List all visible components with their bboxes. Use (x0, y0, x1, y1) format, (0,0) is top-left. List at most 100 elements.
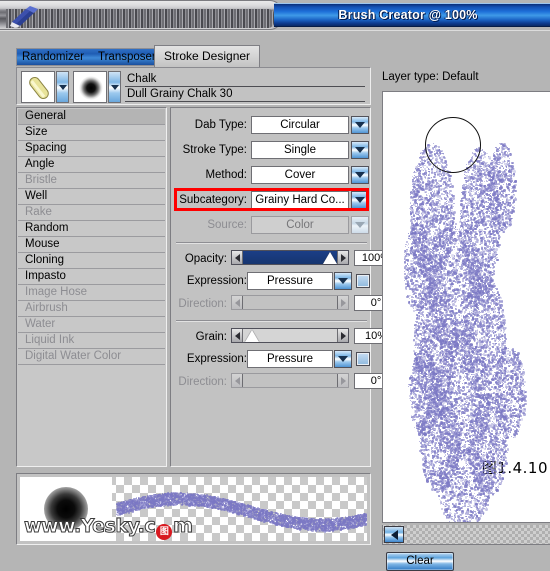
source-chevron-down-icon (351, 216, 369, 234)
stroke-preview-canvas[interactable]: www.Yesky.c 图 m (20, 477, 367, 541)
dab-picker[interactable] (21, 71, 69, 103)
category-item-cloning[interactable]: Cloning (18, 253, 165, 269)
dab-type-combo[interactable]: Circular (251, 116, 349, 134)
tab-randomizer[interactable]: Randomizer (18, 49, 88, 65)
dab-type-chevron-down-icon[interactable] (351, 116, 369, 134)
stroke-type-combo[interactable]: Single (251, 141, 349, 159)
grain-direction-track (243, 374, 337, 387)
opacity-direction-track (243, 296, 337, 309)
chevron-down-icon[interactable] (108, 71, 121, 103)
grain-direction-slider (231, 373, 349, 388)
brush-header-panel: Chalk Dull Grainy Chalk 30 (16, 67, 371, 105)
brush-preview-canvas[interactable]: 图1.4.10 (382, 91, 550, 523)
grain-direction-left-arrow (232, 374, 243, 387)
opacity-slider-track[interactable] (243, 251, 337, 264)
controls-panel: Dab Type: Circular Stroke Type: Single M… (170, 107, 398, 467)
opacity-expression-label: Expression: (171, 272, 247, 290)
opacity-slider-left-arrow[interactable] (232, 251, 243, 264)
divider-2 (176, 320, 367, 322)
row-opacity: Opacity: 100% (171, 250, 398, 270)
opacity-direction-label: Direction: (171, 295, 227, 313)
method-label: Method: (171, 166, 247, 184)
category-item-rake: Rake (18, 205, 165, 221)
row-method: Method: Cover (171, 166, 372, 186)
row-subcategory: Subcategory: Grainy Hard Co... (171, 191, 372, 211)
opacity-expression-chevron-down-icon[interactable] (334, 272, 352, 290)
grain-slider-track[interactable] (243, 329, 337, 342)
row-grain-expression: Expression: Pressure (171, 350, 372, 370)
brush-name-block: Chalk Dull Grainy Chalk 30 (125, 72, 365, 103)
grain-slider[interactable] (231, 328, 349, 343)
watermark-seal-icon: 图 (156, 524, 173, 540)
row-grain: Grain: 10% (171, 328, 398, 348)
source-label: Source: (171, 216, 247, 234)
category-item-liquid-ink: Liquid Ink (18, 333, 165, 349)
stroke-type-chevron-down-icon[interactable] (351, 141, 369, 159)
row-dab-type: Dab Type: Circular (171, 116, 372, 136)
brush-variant-name: Dull Grainy Chalk 30 (125, 87, 365, 102)
category-item-well[interactable]: Well (18, 189, 165, 205)
grain-expression-combo[interactable]: Pressure (247, 350, 333, 368)
category-item-spacing[interactable]: Spacing (18, 141, 165, 157)
category-item-digital-water-color: Digital Water Color (18, 349, 165, 365)
chevron-down-icon[interactable] (56, 71, 69, 103)
subcategory-chevron-down-icon[interactable] (351, 191, 369, 209)
tab-bar: Randomizer Transposer Stroke Designer (16, 45, 261, 67)
brush-category-name: Chalk (125, 72, 365, 87)
category-item-water: Water (18, 317, 165, 333)
grain-expression-chevron-down-icon[interactable] (334, 350, 352, 368)
category-item-image-hose: Image Hose (18, 285, 165, 301)
category-item-general[interactable]: General (18, 109, 165, 125)
opacity-slider-right-arrow[interactable] (337, 251, 348, 264)
row-stroke-type: Stroke Type: Single (171, 141, 372, 161)
source-combo: Color (251, 216, 349, 234)
window-title: Brush Creator @ 100% (274, 3, 542, 27)
opacity-expression-combo[interactable]: Pressure (247, 272, 333, 290)
title-bar: Brush Creator @ 100% (0, 0, 550, 30)
chevron-left-icon[interactable] (384, 526, 404, 543)
grain-expression-checkbox[interactable] (356, 352, 370, 366)
row-opacity-direction: Direction: 0° (171, 295, 398, 315)
subcategory-combo[interactable]: Grainy Hard Co... (251, 191, 349, 209)
window-body: Randomizer Transposer Stroke Designer Ch… (0, 30, 550, 571)
opacity-direction-right-arrow (337, 296, 348, 309)
category-list[interactable]: General Size Spacing Angle Bristle Well Rake Ra… (16, 107, 167, 467)
opacity-direction-left-arrow (232, 296, 243, 309)
window-grabber-handle[interactable] (0, 0, 282, 30)
category-item-random[interactable]: Random (18, 221, 165, 237)
category-item-impasto[interactable]: Impasto (18, 269, 165, 285)
dab-shape-picker[interactable] (73, 71, 121, 103)
preview-bottom-bar (382, 525, 550, 545)
layer-type-label: Layer type: Default (382, 71, 479, 83)
tab-stroke-designer[interactable]: Stroke Designer (154, 45, 261, 67)
method-combo[interactable]: Cover (251, 166, 349, 184)
watermark-suffix: m (173, 515, 194, 538)
chalk-stick-icon (21, 71, 55, 103)
opacity-slider[interactable] (231, 250, 349, 265)
brush-tool-icon (10, 6, 38, 28)
category-item-airbrush: Airbrush (18, 301, 165, 317)
watermark-prefix: www.Yesky.c (23, 515, 156, 538)
row-opacity-expression: Expression: Pressure (171, 272, 372, 292)
category-item-size[interactable]: Size (18, 125, 165, 141)
opacity-expression-checkbox[interactable] (356, 274, 370, 288)
clear-button[interactable]: Clear (386, 552, 454, 571)
watermark: www.Yesky.c 图 m (23, 515, 194, 540)
grain-direction-right-arrow (337, 374, 348, 387)
grain-slider-thumb[interactable] (245, 330, 260, 342)
category-item-mouse[interactable]: Mouse (18, 237, 165, 253)
grain-direction-label: Direction: (171, 373, 227, 391)
tab-transposer[interactable]: Transposer (94, 49, 160, 65)
grain-slider-left-arrow[interactable] (232, 329, 243, 342)
dab-type-label: Dab Type: (171, 116, 247, 134)
divider-1 (176, 242, 367, 244)
stroke-type-label: Stroke Type: (171, 141, 247, 159)
grain-label: Grain: (171, 328, 227, 346)
method-chevron-down-icon[interactable] (351, 166, 369, 184)
stroke-preview-panel: www.Yesky.c 图 m (16, 473, 371, 545)
category-item-angle[interactable]: Angle (18, 157, 165, 173)
brush-cursor-circle (425, 117, 481, 173)
grain-slider-right-arrow[interactable] (337, 329, 348, 342)
opacity-slider-thumb[interactable] (323, 252, 337, 264)
category-item-bristle: Bristle (18, 173, 165, 189)
